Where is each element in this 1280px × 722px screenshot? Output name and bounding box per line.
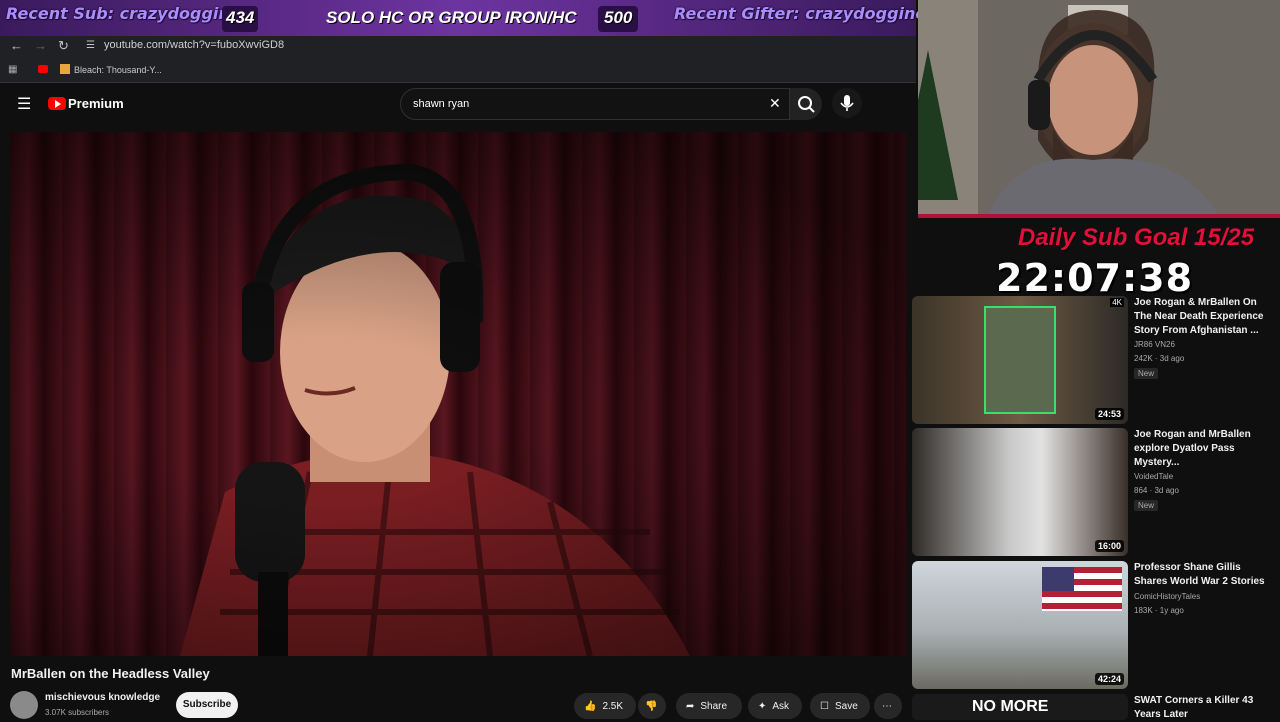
menu-icon[interactable]: ☰ <box>17 94 31 114</box>
clear-search-icon[interactable]: ✕ <box>769 95 781 112</box>
search-value: shawn ryan <box>413 98 470 110</box>
inset-photo <box>984 306 1056 414</box>
back-icon[interactable]: ← <box>10 38 23 53</box>
sparkle-icon: ✦ <box>758 700 767 712</box>
related-meta-3: 183K · 1y ago <box>1134 606 1184 615</box>
more-actions-button[interactable]: ⋯ <box>874 693 902 719</box>
count-box-right: 500 <box>598 6 638 32</box>
duration-2: 16:00 <box>1094 540 1124 552</box>
related-channel-3[interactable]: ComicHistoryTales <box>1134 592 1200 601</box>
related-thumb-1[interactable]: 4K 24:53 <box>912 296 1128 424</box>
channel-name[interactable]: mischievous knowledge <box>45 692 160 703</box>
channel-avatar[interactable] <box>10 691 38 719</box>
reload-icon[interactable]: ↻ <box>58 38 69 54</box>
stream-clock: 22:07:38 <box>996 256 1194 300</box>
flag-image <box>1042 567 1122 611</box>
subscriber-count: 3.07K subscribers <box>45 708 110 717</box>
video-vignette <box>10 132 906 656</box>
bookmark-favicon <box>60 64 70 74</box>
like-button[interactable]: 👍 2.5K <box>574 693 636 719</box>
recent-gifter-label: Recent Gifter: crazydogginoc <box>674 4 936 23</box>
share-button[interactable]: ➦ Share <box>676 693 742 719</box>
related-title-4[interactable]: SWAT Corners a Killer 43 Years Later <box>1134 694 1274 722</box>
count-box-left: 434 <box>222 6 258 32</box>
duration-1: 24:53 <box>1094 408 1124 420</box>
ask-label: Ask <box>772 700 790 712</box>
related-thumb-4[interactable]: NO MORE <box>912 694 1128 720</box>
youtube-bookmark-icon[interactable] <box>38 65 48 73</box>
related-meta-1: 242K · 3d ago <box>1134 354 1185 363</box>
related-thumb-3[interactable]: 42:24 <box>912 561 1128 689</box>
voice-search-button[interactable] <box>832 88 862 118</box>
like-count: 2.5K <box>602 700 624 712</box>
microphone-icon <box>840 95 854 111</box>
related-title-3[interactable]: Professor Shane Gillis Shares World War … <box>1134 561 1274 589</box>
share-icon: ➦ <box>686 700 695 712</box>
youtube-premium-logo[interactable]: Premium <box>68 96 124 111</box>
apps-grid-icon[interactable]: ▦ <box>8 64 17 75</box>
quality-badge: 4K <box>1110 298 1124 307</box>
subscribe-button[interactable]: Subscribe <box>176 692 238 718</box>
search-input[interactable]: shawn ryan ✕ <box>400 88 790 120</box>
bookmark-icon: ☐ <box>820 700 829 712</box>
stream-overlay-bar: Recent Sub: crazydogginoc 434 SOLO HC OR… <box>0 0 936 36</box>
daily-sub-goal: Daily Sub Goal 15/25 <box>1018 224 1255 251</box>
duration-3: 42:24 <box>1094 673 1124 685</box>
goal-text: SOLO HC OR GROUP IRON/HC <box>326 8 577 27</box>
related-thumb-2[interactable]: 16:00 <box>912 428 1128 556</box>
new-badge-2: New <box>1134 500 1159 511</box>
site-info-icon[interactable]: ☰ <box>86 40 95 51</box>
video-title: MrBallen on the Headless Valley <box>11 666 210 681</box>
new-badge-1: New <box>1134 368 1159 379</box>
related-title-2[interactable]: Joe Rogan and MrBallen explore Dyatlov P… <box>1134 428 1274 470</box>
search-icon <box>798 96 815 113</box>
related-channel-2[interactable]: VoidedTale <box>1134 472 1173 481</box>
related-channel-1[interactable]: JR86 VN26 <box>1134 340 1175 349</box>
related-title-1[interactable]: Joe Rogan & MrBallen On The Near Death E… <box>1134 296 1274 338</box>
forward-icon[interactable]: → <box>34 38 47 53</box>
thumbs-up-icon: 👍 <box>584 700 597 712</box>
youtube-logo-icon[interactable] <box>48 97 66 110</box>
address-bar-url[interactable]: youtube.com/watch?v=fuboXwviGD8 <box>104 39 284 51</box>
related-meta-2: 864 · 3d ago <box>1134 486 1179 495</box>
bookmark-bleach[interactable]: Bleach: Thousand-Y... <box>74 65 162 75</box>
more-icon: ⋯ <box>882 700 892 712</box>
save-label: Save <box>834 700 858 712</box>
thumb-text-4: NO MORE <box>972 698 1049 715</box>
thumbs-down-icon: 👎 <box>645 700 658 712</box>
recent-sub-label: Recent Sub: crazydogginoc <box>6 4 251 23</box>
count-right: 500 <box>604 8 633 27</box>
share-label: Share <box>700 700 728 712</box>
webcam-overlay <box>918 0 1280 218</box>
video-player[interactable] <box>10 132 906 656</box>
webcam-frame <box>918 0 1280 214</box>
search-button[interactable] <box>790 88 822 120</box>
save-button[interactable]: ☐ Save <box>810 693 870 719</box>
count-left: 434 <box>226 8 255 27</box>
ask-button[interactable]: ✦ Ask <box>748 693 802 719</box>
dislike-button[interactable]: 👎 <box>638 693 666 719</box>
